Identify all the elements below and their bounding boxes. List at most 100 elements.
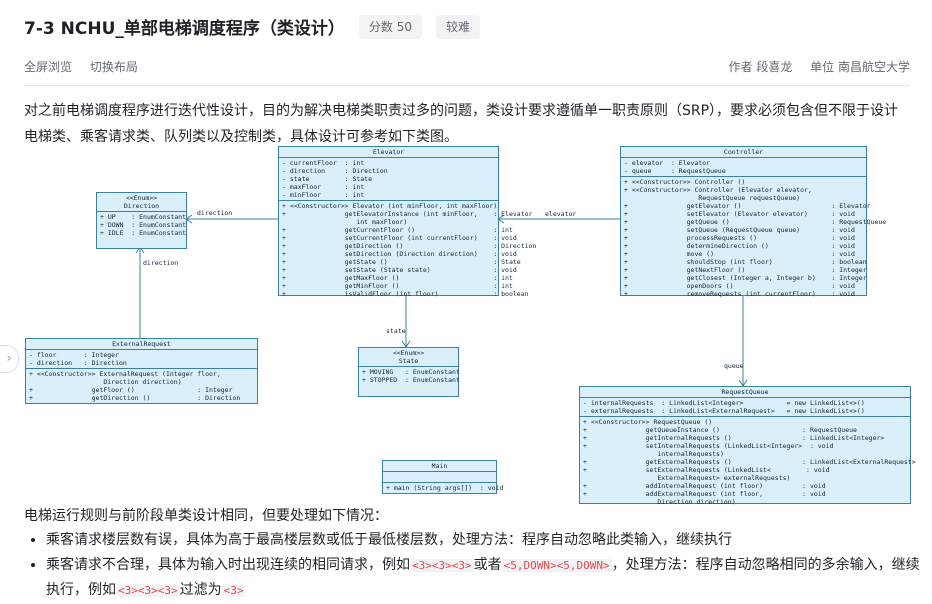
uml-class-methods-line: + <<Constructor>> Controller (Elevator e…	[624, 186, 812, 194]
uml-class-methods-line: + addInternalRequest (int floor) : void	[583, 482, 826, 490]
uml-class-fields-line: + MOVING : EnumConstant	[362, 368, 460, 376]
uml-class-methods-line: + <<Constructor>> Controller ()	[624, 178, 746, 186]
uml-class-methods-line: + <<Constructor>> RequestQueue ()	[583, 418, 713, 426]
uml-class-methods-line: + getFloor () : Integer	[29, 386, 233, 394]
uml-class-methods-line: + getElevator () : Elevator	[624, 202, 871, 210]
uml-class-fields: - elevator : Elevator - queue : RequestQu…	[621, 158, 866, 177]
uml-class-methods-line: + openDoors () : void	[624, 282, 855, 290]
uml-class-fields-line: - internalRequests : LinkedList<Integer>…	[583, 399, 865, 407]
uml-class-header: Controller	[621, 147, 866, 158]
uml-class-header: <<Enum>> Direction	[97, 193, 186, 212]
uml-class-methods: + main (String args[]) : void	[383, 483, 503, 493]
queue-assoc-label: queue	[724, 362, 744, 370]
uml-class-header: Main	[383, 461, 496, 472]
code-snippet: <3>	[221, 584, 246, 597]
uml-class-fields-line: - state : State	[282, 175, 373, 183]
code-snippet: <5,DOWN><5,DOWN>	[501, 559, 612, 572]
uml-class-header: RequestQueue	[580, 387, 910, 398]
uml-class-methods-line: RequestQueue requestQueue)	[624, 194, 801, 202]
uml-class-fields: + MOVING : EnumConstant + STOPPED : EnumC…	[359, 367, 460, 385]
uml-class-methods-line: + getDirection () : Direction	[282, 242, 537, 250]
uml-class-fields-line: - currentFloor : int	[282, 159, 365, 167]
uml-class-header-line: Direction	[123, 202, 160, 210]
uml-class-header-line: State	[398, 357, 419, 365]
uml-class-header-line: <<Enum>>	[125, 194, 158, 202]
uml-class-methods-line: + determineDirection () : void	[624, 242, 855, 250]
state-assoc-label: state	[386, 327, 406, 335]
uml-state: <<Enum>> State + MOVING : EnumConstant + ST…	[358, 347, 460, 397]
uml-class-methods-line: + removeRequests (int currentFloor) : vo…	[624, 290, 855, 298]
uml-class-methods-line: + setElevator (Elevator elevator) : void	[624, 210, 855, 218]
uml-class-methods-line: internalRequests)	[583, 450, 724, 458]
rule-item: 乘客请求不合理，具体为输入时出现连续的相同请求，例如<3><3><3>或者<5,…	[46, 553, 932, 603]
uml-class-methods-line: + getClosest (Integer a, Integer b) : In…	[624, 274, 867, 282]
uml-class-fields-line: + IDLE : EnumConstant	[100, 229, 187, 237]
uml-class-methods-line: + <<Constructor>> ExternalRequest (Integ…	[29, 370, 221, 378]
uml-class-methods-line: + getMaxFloor () : int	[282, 274, 513, 282]
uml-class-methods-line: + getQueue () : RequestQueue	[624, 218, 887, 226]
uml-class-header-line: ExternalRequest	[112, 340, 171, 348]
uml-class-fields-line: - minFloor : int	[282, 191, 365, 199]
uml-class-fields-line	[386, 473, 493, 481]
uml-class-header: Elevator	[279, 147, 498, 158]
uml-external-request: ExternalRequest - floor : Integer - direct…	[25, 338, 258, 404]
uml-class-methods-line: + setDirection (Direction direction) : v…	[282, 250, 517, 258]
uml-class-methods-line: int maxFloor)	[282, 218, 408, 226]
uml-class-fields	[383, 472, 496, 483]
uml-class-fields-line: - floor : Integer	[29, 351, 120, 359]
uml-class-methods-line: + getMinFloor () : int	[282, 282, 513, 290]
uml-class-header: <<Enum>> State	[359, 348, 458, 367]
rule-text: 或者	[473, 557, 502, 573]
uml-main: Main + main (String args[]) : void	[382, 460, 503, 494]
direction-assoc-label: direction	[197, 209, 233, 217]
code-snippet: <3><3><3>	[410, 559, 474, 572]
uml-class-methods-line: + getDirection () : Direction	[29, 394, 241, 402]
uml-class-methods: + <<Constructor>> Elevator (int minFloor…	[279, 201, 537, 299]
uml-class-methods-line: + move () : void	[624, 250, 855, 258]
uml-class-methods-line: + shouldStop (int floor) : boolean	[624, 258, 867, 266]
uml-class-header-line: RequestQueue	[721, 388, 769, 396]
uml-class-fields-line: - direction : Direction	[282, 167, 388, 175]
uml-class-header-line: Elevator	[372, 148, 405, 156]
uml-class-methods-line: Direction direction)	[29, 378, 182, 386]
rules-section: 电梯运行规则与前阶段单类设计相同，但要处理如下情况： 乘客请求楼层数有误，具体为…	[24, 504, 932, 603]
uml-elevator: Elevator - currentFloor : int - direction …	[278, 146, 537, 299]
uml-class-fields-line: - queue : RequestQueue	[624, 167, 726, 175]
uml-class-header-line: Controller	[723, 148, 764, 156]
rule-item: 乘客请求楼层数有误，具体为高于最高楼层数或低于最低楼层数，处理方法：程序自动忽略…	[46, 528, 932, 553]
uml-controller: Controller - elevator : Elevator - queue :…	[620, 146, 887, 298]
uml-class-methods-line: + setInternalRequests (LinkedList<Intege…	[583, 442, 834, 450]
uml-class-fields: - currentFloor : int - direction : Direct…	[279, 158, 498, 201]
uml-class-methods-line: + getQueueInstance () : RequestQueue	[583, 426, 857, 434]
uml-class-fields-line: - maxFloor : int	[282, 183, 365, 191]
uml-request-queue: RequestQueue - internalRequests : LinkedL…	[579, 386, 916, 507]
uml-class-fields-line: + DOWN : EnumConstant	[100, 221, 187, 229]
uml-class-methods-line: + getInternalRequests () : LinkedList<In…	[583, 434, 885, 442]
uml-class-methods-line: + setQueue (RequestQueue queue) : void	[624, 226, 855, 234]
uml-class-methods-line: + setCurrentFloor (int currentFloor) : v…	[282, 234, 517, 242]
code-snippet: <3><3><3>	[116, 584, 180, 597]
rule-text: 乘客请求不合理，具体为输入时出现连续的相同请求，例如	[46, 557, 410, 573]
uml-class-methods-line: + isValidFloor (int floor) : boolean	[282, 290, 529, 298]
uml-class-fields-line: - externalRequests : LinkedList<External…	[583, 407, 865, 415]
uml-class-header-line: Main	[431, 462, 448, 470]
uml-class-methods-line: + addExternalRequest (int floor, : void	[583, 490, 826, 498]
uml-class-methods-line: + getNextFloor () : Integer	[624, 266, 867, 274]
uml-class-header-line: <<Enum>>	[392, 349, 425, 357]
uml-class-fields-line: + STOPPED : EnumConstant	[362, 376, 460, 384]
uml-direction: <<Enum>> Direction + UP : EnumConstant + DO…	[96, 192, 187, 249]
uml-class-methods-line: + getCurrentFloor () : int	[282, 226, 513, 234]
uml-class-methods-line: + getState () : State	[282, 258, 521, 266]
uml-class-methods-line: + getExternalRequests () : LinkedList<Ex…	[583, 458, 916, 466]
uml-class-fields-line: - elevator : Elevator	[624, 159, 711, 167]
elevator-assoc-label: elevator	[545, 210, 577, 218]
rule-text: 过滤为	[179, 582, 222, 598]
uml-class-fields-line: + UP : EnumConstant	[100, 213, 187, 221]
uml-class-methods-line: + setState (State state) : void	[282, 266, 517, 274]
uml-class-methods: + <<Constructor>> ExternalRequest (Integ…	[26, 369, 257, 403]
uml-class-fields-line: - direction : Direction	[29, 359, 127, 367]
direction-vertical-label: direction	[143, 259, 179, 267]
rules-intro: 电梯运行规则与前阶段单类设计相同，但要处理如下情况：	[24, 508, 388, 524]
uml-class-methods: + <<Constructor>> RequestQueue () + getQu…	[580, 417, 916, 507]
uml-class-fields: + UP : EnumConstant + DOWN : EnumConstant…	[97, 212, 186, 238]
